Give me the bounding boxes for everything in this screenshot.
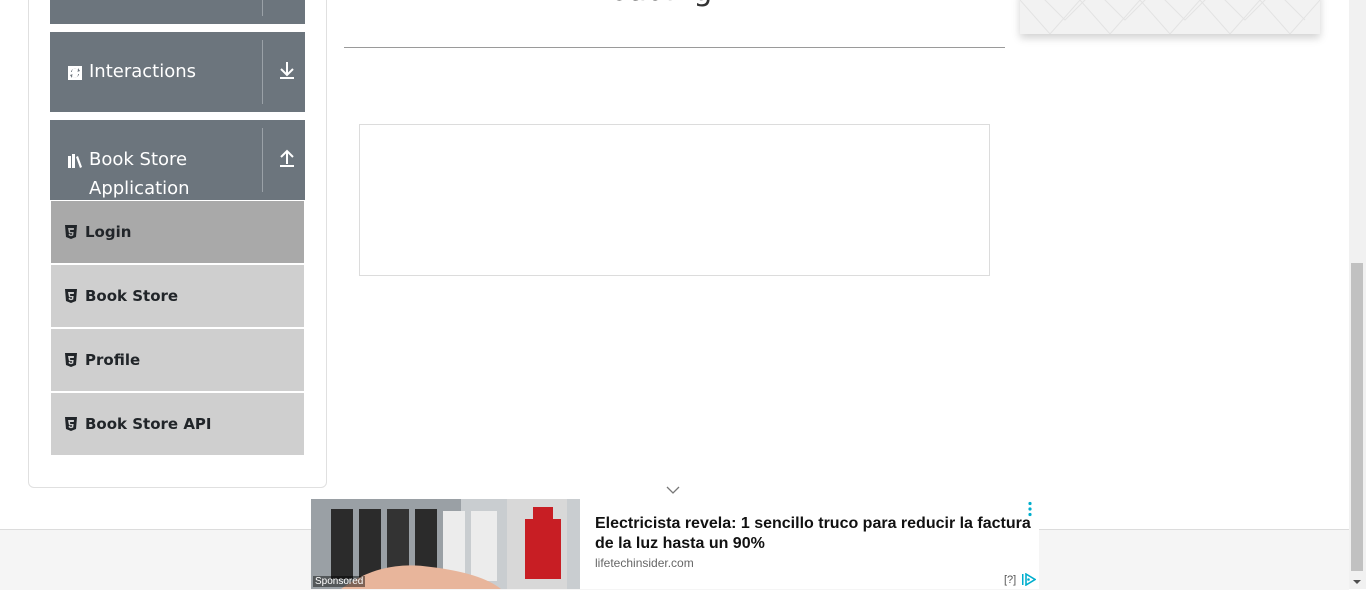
pattern-graphic (1020, 0, 1320, 34)
sidebar-item-label: Profile (85, 351, 141, 369)
sidebar-item-book-store-api[interactable]: Book Store API (51, 393, 304, 455)
html5-icon (65, 225, 77, 239)
group-header-divider (262, 40, 263, 104)
refresh-icon (68, 66, 82, 80)
html5-icon (65, 353, 77, 367)
sponsored-label: Sponsored (313, 576, 366, 587)
group-header-collapsed[interactable] (50, 0, 305, 24)
group-label-line1: Book Store (89, 149, 188, 170)
chevron-down-icon[interactable] (666, 486, 680, 495)
books-icon (68, 154, 82, 168)
ad-image[interactable]: Sponsored (311, 499, 580, 589)
html5-icon (65, 417, 77, 431)
ad-info-link[interactable]: [?] (1004, 574, 1016, 586)
sponsored-ad[interactable]: Sponsored Electricista revela: 1 sencill… (311, 499, 1039, 589)
loading-text: Loading... (594, 0, 741, 8)
sidebar-item-book-store[interactable]: Book Store (51, 265, 304, 327)
group-header-book-store-application[interactable]: Book Store Application (50, 120, 305, 200)
sidebar-item-label: Login (85, 223, 132, 241)
download-arrow-icon[interactable] (278, 60, 296, 80)
kebab-menu-icon[interactable] (1027, 501, 1033, 517)
group-header-divider (262, 0, 263, 16)
scrollbar-thumb[interactable] (1351, 263, 1363, 571)
html5-icon (65, 289, 77, 303)
content-frame (359, 124, 990, 276)
sidebar-item-label: Book Store API (85, 415, 212, 433)
sidebar-item-login[interactable]: Login (51, 201, 304, 263)
sidebar-item-profile[interactable]: Profile (51, 329, 304, 391)
adchoices-icon[interactable] (1022, 573, 1036, 586)
group-label-line2: Application (89, 178, 190, 199)
ad-domain[interactable]: lifetechinsider.com (595, 556, 694, 570)
sidebar-item-label: Book Store (85, 287, 179, 305)
ad-title[interactable]: Electricista revela: 1 sencillo truco pa… (595, 514, 1035, 554)
group-header-interactions[interactable]: Interactions (50, 32, 305, 112)
scroll-down-arrow-icon[interactable] (1351, 577, 1363, 587)
upload-arrow-icon[interactable] (278, 148, 296, 168)
group-header-divider (262, 128, 263, 192)
side-banner[interactable] (1020, 0, 1320, 34)
group-label-interactions: Interactions (89, 61, 197, 82)
divider (344, 47, 1005, 48)
